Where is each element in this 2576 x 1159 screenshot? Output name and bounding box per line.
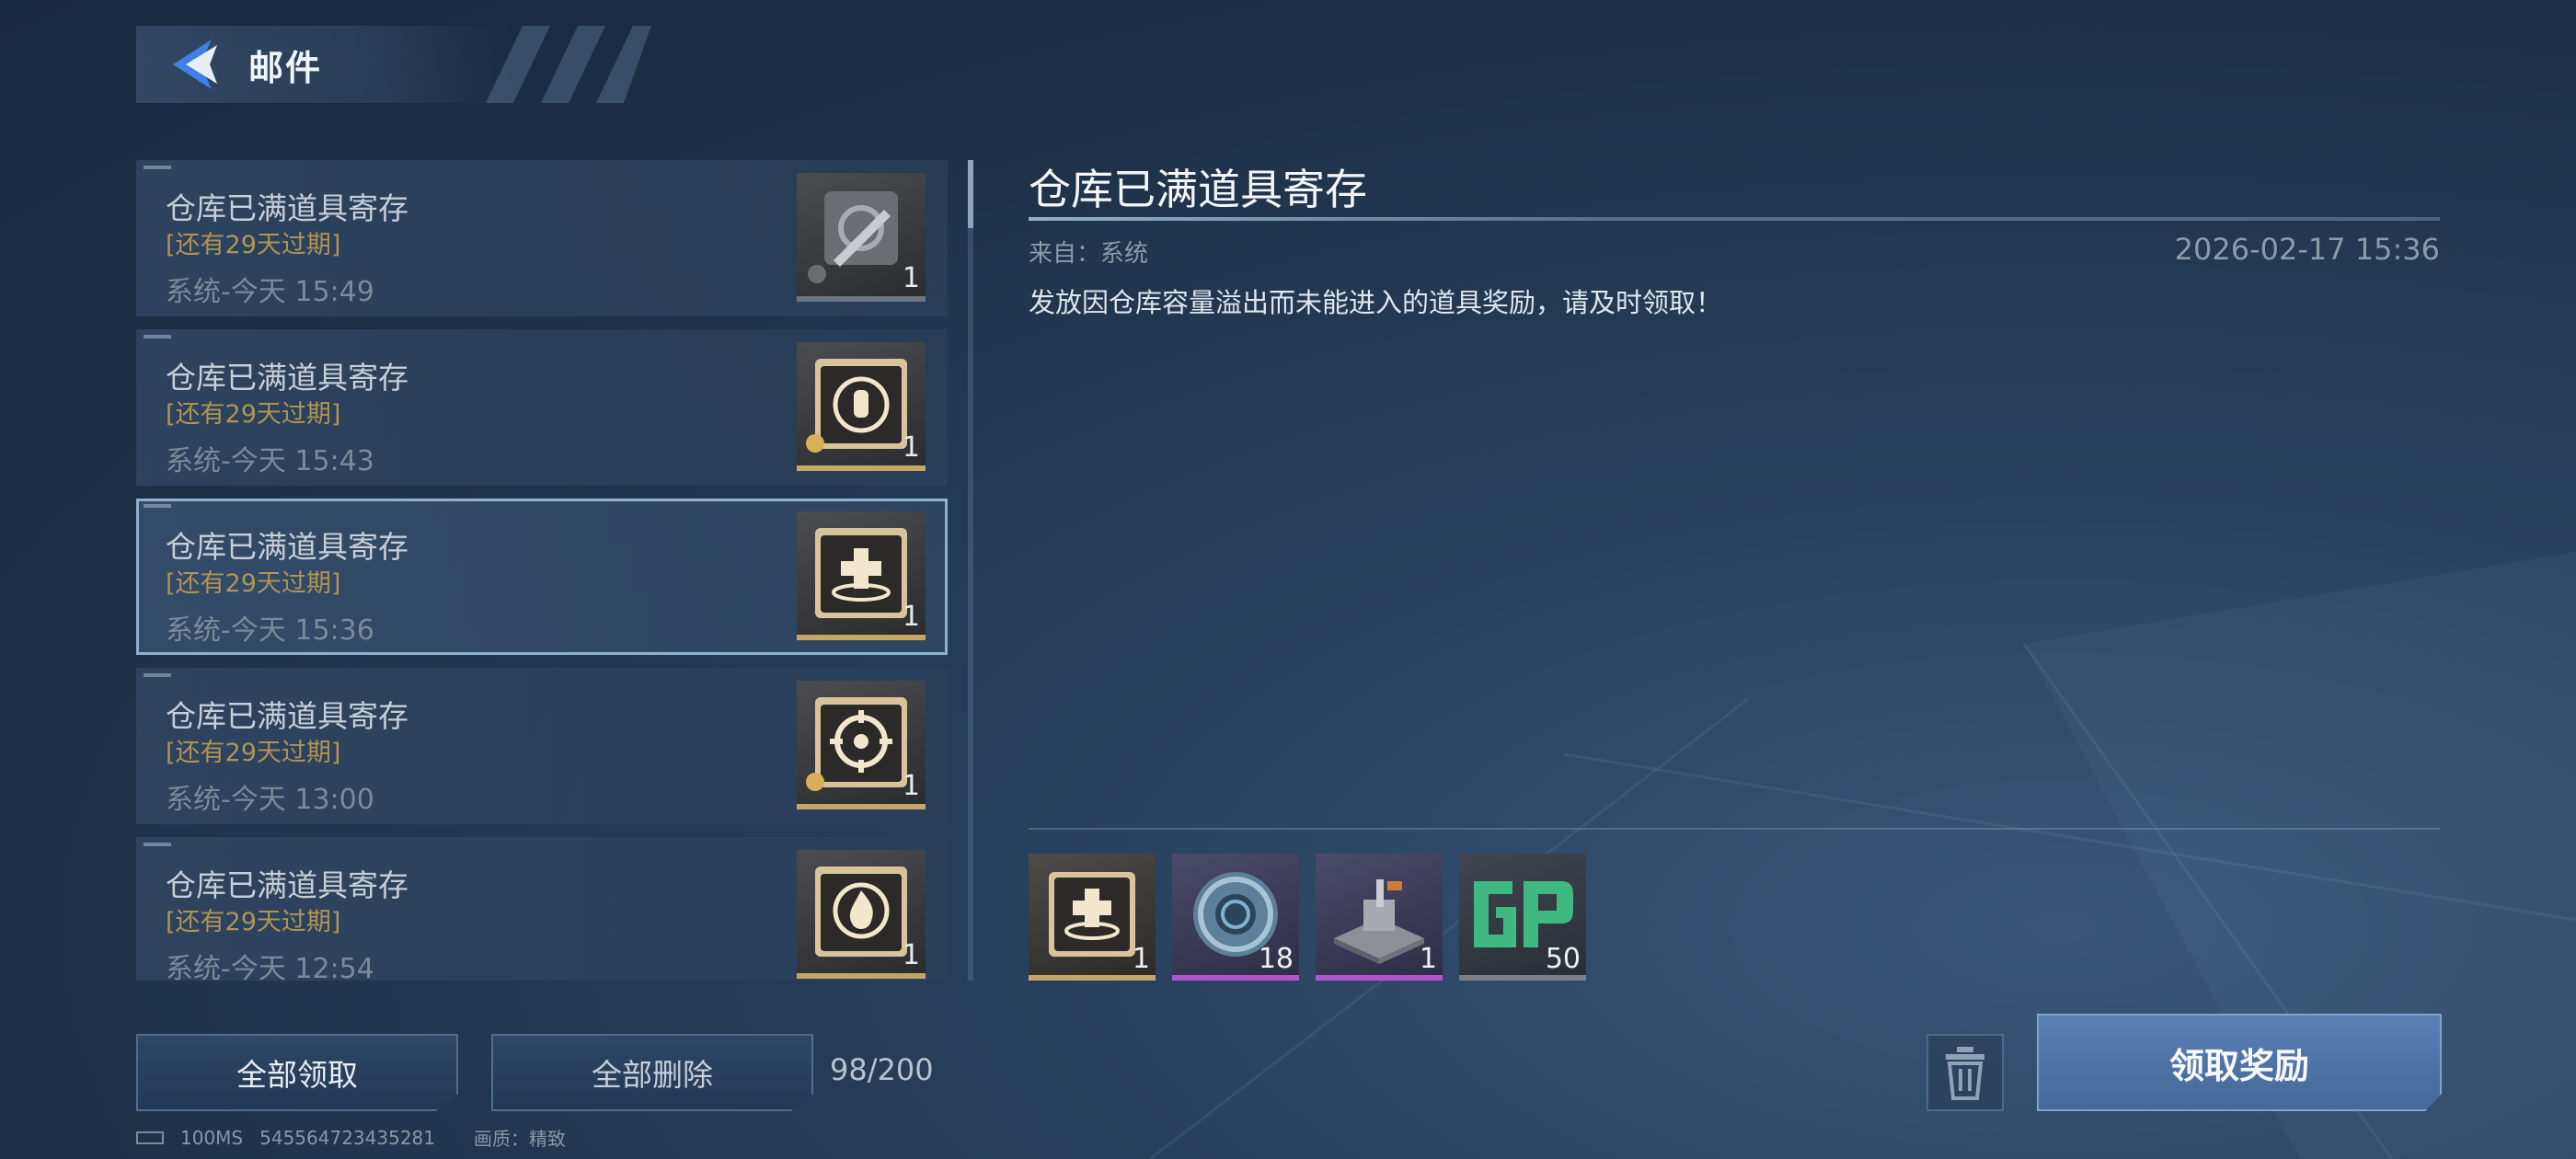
back-arrow-icon[interactable] xyxy=(164,32,228,97)
battery-icon xyxy=(136,1130,164,1144)
item-quantity: 1 xyxy=(902,262,920,294)
mail-title: 仓库已满道具寄存 xyxy=(166,360,408,396)
mail-expire: [还有29天过期] xyxy=(166,569,341,598)
mail-item-thumbnail: 1 xyxy=(797,850,926,979)
delete-mail-button[interactable] xyxy=(1926,1034,2004,1111)
mail-time: 系统-今天 13:00 xyxy=(166,784,374,816)
mail-item-thumbnail: 1 xyxy=(797,511,926,640)
mail-time: 系统-今天 15:36 xyxy=(166,614,374,647)
latency-text: 100MS xyxy=(180,1126,244,1149)
rarity-bar xyxy=(1029,975,1156,981)
mail-date: 2026-02-17 15:36 xyxy=(2174,232,2440,267)
item-quantity: 1 xyxy=(902,770,920,802)
mail-sender: 来自：系统 xyxy=(1029,240,1149,268)
rarity-bar xyxy=(1172,975,1299,981)
attachment-item[interactable]: 1 xyxy=(1316,854,1443,981)
mail-list-scroll-thumb[interactable] xyxy=(968,160,973,228)
mail-expire: [还有29天过期] xyxy=(166,231,341,259)
attachment-item[interactable]: 1 xyxy=(1029,854,1156,981)
attachment-quantity: 18 xyxy=(1258,943,1294,975)
mail-time: 系统-今天 12:54 xyxy=(166,953,374,981)
attachments-divider xyxy=(1029,828,2440,830)
mail-list-item[interactable]: 仓库已满道具寄存 [还有29天过期] 系统-今天 15:49 1 xyxy=(136,160,948,316)
mail-list-item[interactable]: 仓库已满道具寄存 [还有29天过期] 系统-今天 15:43 1 xyxy=(136,329,948,486)
mail-item-thumbnail: 1 xyxy=(797,173,926,302)
attachment-item[interactable]: 50 xyxy=(1459,854,1586,981)
claim-reward-button[interactable]: 领取奖励 xyxy=(2037,1014,2442,1111)
mail-tag xyxy=(144,166,171,169)
title-underline xyxy=(1029,217,2440,221)
mail-title: 仓库已满道具寄存 xyxy=(166,529,408,565)
mail-item-thumbnail: 1 xyxy=(797,342,926,471)
mail-item-thumbnail: 1 xyxy=(797,681,926,809)
header-bar: 邮件 xyxy=(136,26,651,103)
mail-title: 仓库已满道具寄存 xyxy=(166,190,408,226)
mail-title: 仓库已满道具寄存 xyxy=(166,698,408,734)
mail-tag xyxy=(144,673,171,677)
mail-time: 系统-今天 15:43 xyxy=(166,445,374,477)
delete-all-button[interactable]: 全部删除 xyxy=(491,1034,813,1111)
mail-expire: [还有29天过期] xyxy=(166,400,341,429)
mail-title: 仓库已满道具寄存 xyxy=(166,867,408,903)
trash-icon xyxy=(1946,1047,1984,1100)
mail-list-item[interactable]: 仓库已满道具寄存 [还有29天过期] 系统-今天 12:54 1 xyxy=(136,837,948,981)
mail-body: 发放因仓库容量溢出而未能进入的道具奖励，请及时领取！ xyxy=(1029,287,1723,318)
mail-list[interactable]: 仓库已满道具寄存 [还有29天过期] 系统-今天 15:49 1 仓库已满道具寄… xyxy=(136,160,948,981)
attachment-quantity: 50 xyxy=(1545,943,1581,975)
page-title: 邮件 xyxy=(248,47,323,88)
mail-count: 98/200 xyxy=(830,1052,934,1087)
claim-all-button[interactable]: 全部领取 xyxy=(136,1034,458,1111)
rarity-bar xyxy=(1459,975,1586,981)
mail-list-item[interactable]: 仓库已满道具寄存 [还有29天过期] 系统-今天 13:00 1 xyxy=(136,668,948,824)
footer-info: 100MS 545564723435281 画质：精致 xyxy=(136,1124,566,1151)
attachment-item[interactable]: 18 xyxy=(1172,854,1299,981)
item-quantity: 1 xyxy=(902,431,920,464)
mail-expire: [还有29天过期] xyxy=(166,908,341,936)
mail-tag xyxy=(144,335,171,339)
item-quantity: 1 xyxy=(902,601,920,633)
uid-text: 545564723435281 xyxy=(259,1126,435,1149)
mail-tag xyxy=(144,504,171,508)
mail-list-scroll-track[interactable] xyxy=(968,160,973,981)
mail-tag xyxy=(144,843,171,846)
quality-text: 画质：精致 xyxy=(474,1128,566,1150)
attachment-quantity: 1 xyxy=(1419,943,1437,975)
mail-list-item-selected[interactable]: 仓库已满道具寄存 [还有29天过期] 系统-今天 15:36 1 xyxy=(136,499,948,655)
mail-expire: [还有29天过期] xyxy=(166,739,341,767)
rarity-bar xyxy=(1316,975,1443,981)
header-stripes xyxy=(486,26,651,103)
item-quantity: 1 xyxy=(902,939,920,971)
attachment-quantity: 1 xyxy=(1132,943,1150,975)
mail-detail-title: 仓库已满道具寄存 xyxy=(1029,165,1367,214)
mail-time: 系统-今天 15:49 xyxy=(166,276,374,308)
